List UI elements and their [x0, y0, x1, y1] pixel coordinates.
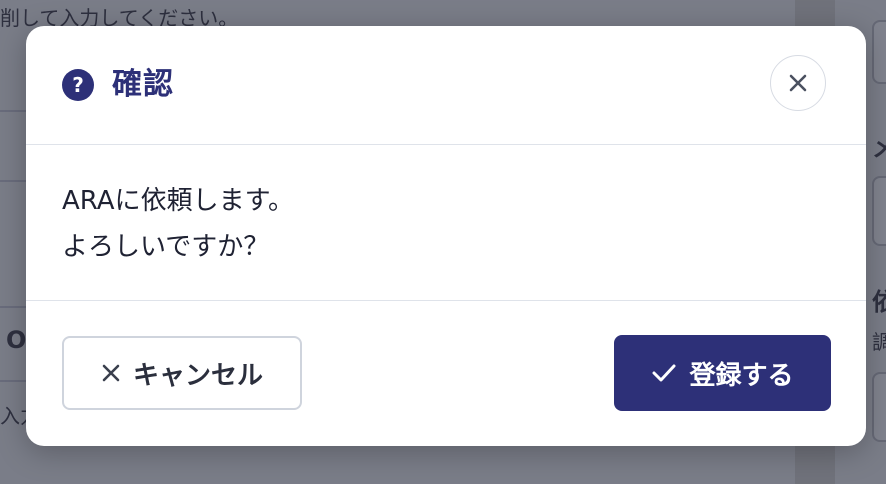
dialog-header: ? 確認 [26, 26, 866, 145]
dialog-message-line: よろしいですか？ [62, 232, 270, 262]
close-icon [789, 74, 807, 92]
dialog-title: 確認 [112, 67, 174, 102]
dialog-message-line: ARAに依頼します。 [62, 186, 294, 216]
close-icon [101, 363, 121, 383]
submit-button-label: 登録する [689, 360, 794, 391]
submit-button[interactable]: 登録する [614, 335, 831, 411]
cancel-button-label: キャンセル [132, 360, 263, 391]
dialog-body: ARAに依頼します。 よろしいですか？ [26, 145, 866, 301]
close-button[interactable] [770, 55, 826, 111]
cancel-button[interactable]: キャンセル [62, 336, 302, 410]
confirm-dialog: ? 確認 ARAに依頼します。 よろしいですか？ キャンセル 登録する [26, 26, 866, 446]
check-icon [651, 362, 677, 384]
question-circle-icon: ? [62, 69, 94, 101]
